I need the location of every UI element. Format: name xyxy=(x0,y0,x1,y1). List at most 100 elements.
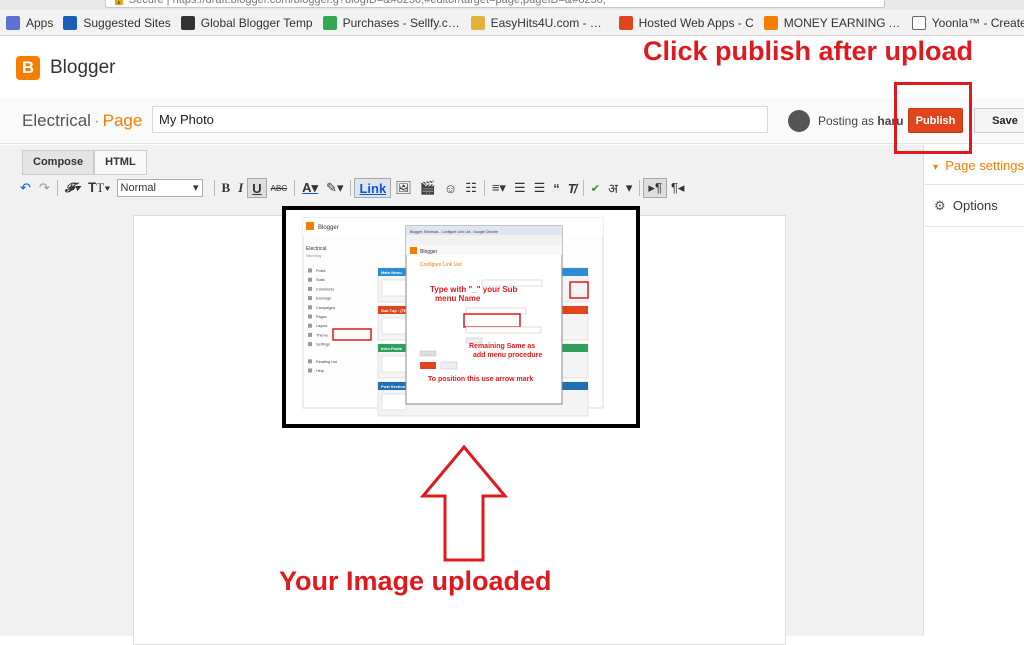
bookmark-item[interactable]: Hosted Web Apps - C xyxy=(618,16,754,30)
post-settings-sidebar: ▾ Page settings ⚙ Options xyxy=(925,145,1024,636)
blogger-logo[interactable]: B Blogger xyxy=(16,56,116,80)
address-bar-strip: 🔒 Secure | https://draft.blogger.com/blo… xyxy=(0,0,1024,10)
shot-panel-title: Main Menu xyxy=(381,270,402,275)
options-item[interactable]: ⚙ Options xyxy=(925,185,1024,227)
shot-dialog-heading: Configure Link List xyxy=(420,262,462,268)
caret-down-icon: ▾ xyxy=(933,162,939,173)
font-format-select[interactable]: Normal xyxy=(116,179,203,197)
bookmark-label: Global Blogger Temp xyxy=(200,16,313,30)
toolbar-divider xyxy=(582,180,584,196)
ltr-icon[interactable]: ▸¶ xyxy=(643,178,667,198)
address-bar[interactable]: 🔒 Secure | https://draft.blogger.com/blo… xyxy=(105,0,885,8)
font-family-icon[interactable]: 𝓕▾ xyxy=(61,178,84,198)
shot-nav-item: Settings xyxy=(316,343,330,347)
posting-as-label: Posting as xyxy=(818,114,875,128)
italic-icon[interactable]: I xyxy=(234,178,247,198)
font-size-icon[interactable]: 𝐓T▾ xyxy=(84,178,115,198)
link-button[interactable]: Link xyxy=(354,178,392,198)
shot-nav-icon xyxy=(308,305,312,310)
quote-icon[interactable]: “ xyxy=(549,178,564,198)
shot-panel-title: Intro Posts xyxy=(381,346,403,351)
bookmark-favicon-icon xyxy=(618,16,633,30)
text-color-icon[interactable]: A▾ xyxy=(298,178,322,198)
posting-as: Posting as haru xyxy=(788,110,903,132)
bookmark-item[interactable]: MONEY EARNING AP xyxy=(763,16,902,30)
shot-nav-icon xyxy=(308,277,312,282)
transliteration-icon[interactable]: अ xyxy=(604,178,622,198)
publish-hint: Click publish after upload xyxy=(643,36,974,66)
bookmark-favicon-icon xyxy=(763,16,778,30)
bookmark-favicon-icon xyxy=(911,16,926,30)
bookmark-item[interactable]: Yoonla™ - Create a L xyxy=(911,16,1024,30)
shot-nav-item: Theme xyxy=(316,333,328,337)
tab-compose[interactable]: Compose xyxy=(22,150,95,175)
toolbar-divider xyxy=(56,180,58,196)
highlight-icon[interactable]: ✎▾ xyxy=(322,178,347,198)
shot-nav-item: Stats xyxy=(316,278,325,282)
shot-app-name: Blogger xyxy=(318,225,339,231)
avatar[interactable] xyxy=(788,110,810,132)
post-title-input[interactable]: My Photo xyxy=(152,106,768,133)
shot-panel-title: Post Section xyxy=(381,384,406,389)
bookmark-item[interactable]: EasyHits4U.com - You xyxy=(470,16,609,30)
spellcheck-icon[interactable]: ✔ xyxy=(587,178,604,198)
page-settings-label: Page settings xyxy=(945,158,1024,173)
shot-nav-icon xyxy=(308,359,312,364)
mode-tabs: Compose HTML xyxy=(22,150,147,175)
redo-icon[interactable]: ↷ xyxy=(35,178,54,198)
bookmark-item[interactable]: Purchases - Sellfy.com xyxy=(322,16,461,30)
up-arrow-annotation xyxy=(419,444,509,564)
shot-nav-icon xyxy=(308,286,312,291)
bookmark-favicon-icon xyxy=(470,16,485,30)
title-separator: · xyxy=(93,111,100,130)
emoji-icon[interactable]: ☺ xyxy=(440,178,461,198)
bookmarks-bar: 🔒 Secure | https://draft.blogger.com/blo… xyxy=(0,0,1024,36)
shot-note-position: To position this use arrow mark xyxy=(428,376,533,383)
bullet-list-icon[interactable]: ☰ xyxy=(530,178,550,198)
shot-nav-item: Comments xyxy=(316,287,334,291)
shot-nav-item: Layout xyxy=(316,324,328,328)
transliteration-menu-icon[interactable]: ▾ xyxy=(622,178,637,198)
bookmark-item[interactable]: Global Blogger Temp xyxy=(180,16,313,30)
shot-nav-item: Reading List xyxy=(316,360,338,364)
shot-dialog-title: Blogger: Electrical - Configure Link Lis… xyxy=(410,230,498,234)
shot-nav-icon xyxy=(308,368,312,373)
bold-icon[interactable]: B xyxy=(218,178,235,198)
shot-nav-item: Earnings xyxy=(316,297,331,301)
bookmark-item[interactable]: Apps xyxy=(6,16,53,30)
clear-format-icon[interactable]: T̸ xyxy=(564,178,580,198)
shot-panel-title: Sub Top : (TB) xyxy=(381,308,409,313)
tab-html[interactable]: HTML xyxy=(94,150,147,175)
align-icon[interactable]: ≡▾ xyxy=(488,178,510,198)
publish-highlight-box xyxy=(894,82,972,154)
jump-break-icon[interactable]: ☷ xyxy=(461,178,481,198)
shot-nav-item: Campaigns xyxy=(316,306,335,310)
app-name: Blogger xyxy=(50,57,116,78)
insert-video-icon[interactable]: 🎬 xyxy=(416,178,440,198)
toolbar-divider xyxy=(294,180,296,196)
undo-icon[interactable]: ↶ xyxy=(16,178,35,198)
shot-view-blog: View blog xyxy=(306,254,321,258)
blog-name[interactable]: Electrical xyxy=(22,111,91,130)
toolbar-divider xyxy=(350,180,352,196)
shot-nav-icon xyxy=(308,323,312,328)
shot-nav-item: Posts xyxy=(316,269,326,273)
toolbar-divider xyxy=(213,180,215,196)
shot-nav-item: Help xyxy=(316,369,324,373)
bookmark-item[interactable]: Suggested Sites xyxy=(63,16,171,30)
format-toolbar: ↶ ↷ 𝓕▾ 𝐓T▾ Normal B I U ABC A▾ ✎▾ Link 🖼… xyxy=(16,177,688,199)
shot-nav-item: Pages xyxy=(316,315,327,319)
rtl-icon[interactable]: ¶◂ xyxy=(667,178,689,198)
strikethrough-icon[interactable]: ABC xyxy=(267,178,291,198)
bookmark-list: Apps Suggested Sites Global Blogger Temp Pu… xyxy=(6,14,1024,32)
uploaded-image[interactable]: Blogger Electrical View blog Posts Stats C… xyxy=(282,206,640,428)
numbered-list-icon[interactable]: ☰ xyxy=(510,178,530,198)
bookmark-label: Yoonla™ - Create a L xyxy=(931,16,1024,30)
apps-grid-icon xyxy=(6,16,20,30)
bookmark-label: Purchases - Sellfy.com xyxy=(342,16,461,30)
editor-header: Electrical · Page My Photo Posting as haru xyxy=(0,98,1024,144)
underline-icon[interactable]: U xyxy=(247,178,267,198)
bookmark-label: Apps xyxy=(26,16,54,30)
save-button[interactable]: Save xyxy=(974,108,1024,133)
insert-image-icon[interactable]: 🖼 xyxy=(391,178,416,198)
